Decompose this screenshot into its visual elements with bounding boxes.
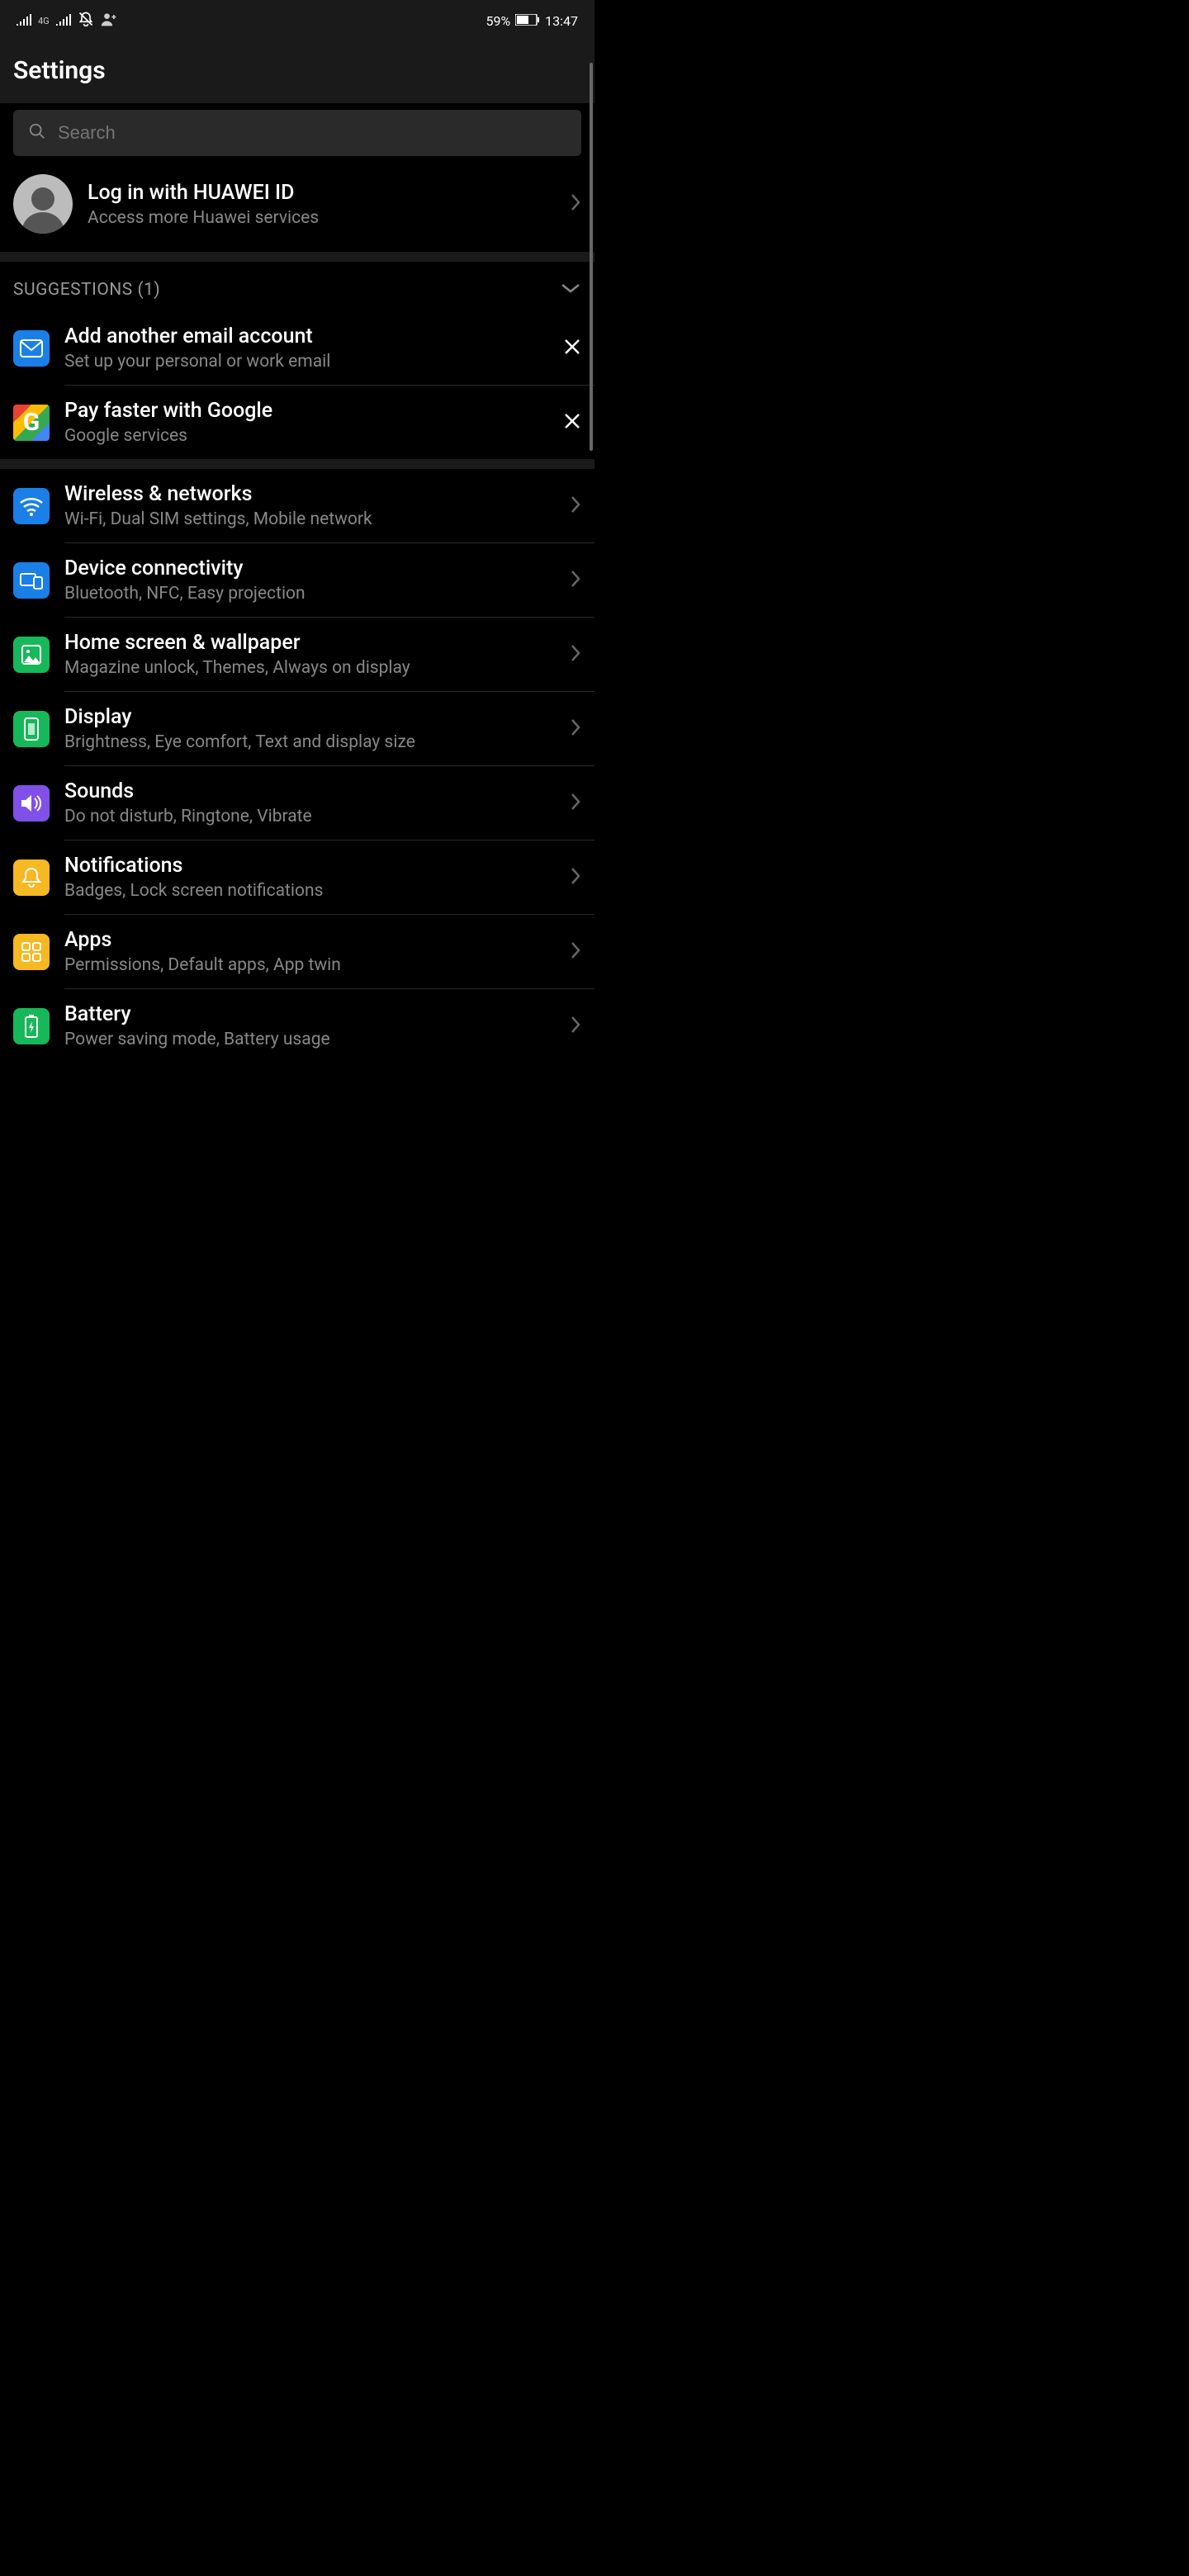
setting-title: Notifications	[64, 854, 555, 878]
setting-sub: Magazine unlock, Themes, Always on displ…	[64, 658, 555, 678]
wallpaper-icon	[13, 637, 50, 673]
suggestion-title: Add another email account	[64, 324, 548, 348]
scroll-indicator	[590, 63, 593, 451]
bell-icon	[13, 859, 50, 896]
mail-icon	[13, 330, 50, 367]
chevron-right-icon	[570, 793, 581, 814]
setting-title: Device connectivity	[64, 556, 555, 580]
huawei-id-title: Log in with HUAWEI ID	[88, 181, 555, 205]
setting-title: Wireless & networks	[64, 482, 555, 506]
setting-title: Sounds	[64, 779, 555, 803]
apps-icon	[13, 934, 50, 970]
battery-percent: 59%	[486, 13, 510, 29]
display-icon	[13, 711, 50, 747]
setting-sub: Wi-Fi, Dual SIM settings, Mobile network	[64, 509, 555, 529]
chevron-right-icon	[570, 718, 581, 740]
setting-battery[interactable]: Battery Power saving mode, Battery usage	[0, 989, 594, 1063]
clock-text: 13:47	[545, 13, 578, 29]
dnd-icon	[78, 11, 94, 31]
avatar-icon	[13, 174, 73, 234]
page-title: Settings	[13, 56, 581, 85]
suggestion-sub: Set up your personal or work email	[64, 352, 548, 372]
chevron-right-icon	[570, 570, 581, 591]
chevron-right-icon	[570, 644, 581, 665]
signal-icon	[17, 13, 31, 29]
setting-sub: Power saving mode, Battery usage	[64, 1030, 555, 1049]
suggestion-google[interactable]: G Pay faster with Google Google services	[0, 386, 594, 459]
header: Settings	[0, 41, 594, 103]
suggestion-sub: Google services	[64, 426, 548, 446]
setting-sub: Brightness, Eye comfort, Text and displa…	[64, 732, 555, 752]
add-person-icon	[101, 12, 117, 30]
chevron-right-icon	[570, 867, 581, 888]
google-icon: G	[13, 405, 50, 441]
search-input[interactable]	[58, 122, 566, 144]
setting-wireless[interactable]: Wireless & networks Wi-Fi, Dual SIM sett…	[0, 469, 594, 542]
status-bar: 4G 59% 13:47	[0, 0, 594, 41]
setting-sub: Badges, Lock screen notifications	[64, 881, 555, 901]
battery-icon	[13, 1008, 50, 1044]
setting-sub: Do not disturb, Ringtone, Vibrate	[64, 807, 555, 826]
chevron-right-icon	[570, 495, 581, 517]
suggestions-label: SUGGESTIONS (1)	[13, 280, 160, 300]
setting-title: Display	[64, 705, 555, 729]
chevron-right-icon	[570, 1016, 581, 1037]
dismiss-suggestion-button[interactable]	[563, 412, 581, 433]
devices-icon	[13, 562, 50, 599]
search-icon	[28, 122, 46, 144]
setting-title: Apps	[64, 928, 555, 952]
chevron-right-icon	[570, 193, 581, 215]
huawei-id-sub: Access more Huawei services	[88, 208, 555, 228]
suggestion-email[interactable]: Add another email account Set up your pe…	[0, 311, 594, 385]
setting-apps[interactable]: Apps Permissions, Default apps, App twin	[0, 915, 594, 988]
dismiss-suggestion-button[interactable]	[563, 338, 581, 359]
setting-homescreen[interactable]: Home screen & wallpaper Magazine unlock,…	[0, 618, 594, 691]
wifi-icon	[13, 488, 50, 524]
setting-sub: Permissions, Default apps, App twin	[64, 955, 555, 975]
suggestions-header[interactable]: SUGGESTIONS (1)	[0, 262, 594, 311]
setting-notifications[interactable]: Notifications Badges, Lock screen notifi…	[0, 841, 594, 914]
setting-title: Home screen & wallpaper	[64, 631, 555, 655]
network-4g-icon: 4G	[38, 16, 50, 26]
suggestion-title: Pay faster with Google	[64, 399, 548, 423]
search-box[interactable]	[13, 110, 581, 156]
setting-sounds[interactable]: Sounds Do not disturb, Ringtone, Vibrate	[0, 766, 594, 840]
chevron-right-icon	[570, 941, 581, 963]
chevron-down-icon	[560, 282, 581, 298]
setting-title: Battery	[64, 1002, 555, 1026]
huawei-id-row[interactable]: Log in with HUAWEI ID Access more Huawei…	[0, 156, 594, 252]
setting-sub: Bluetooth, NFC, Easy projection	[64, 584, 555, 604]
setting-connectivity[interactable]: Device connectivity Bluetooth, NFC, Easy…	[0, 543, 594, 617]
battery-icon	[515, 13, 540, 29]
sound-icon	[13, 785, 50, 822]
setting-display[interactable]: Display Brightness, Eye comfort, Text an…	[0, 692, 594, 765]
signal-icon-2	[56, 13, 71, 29]
